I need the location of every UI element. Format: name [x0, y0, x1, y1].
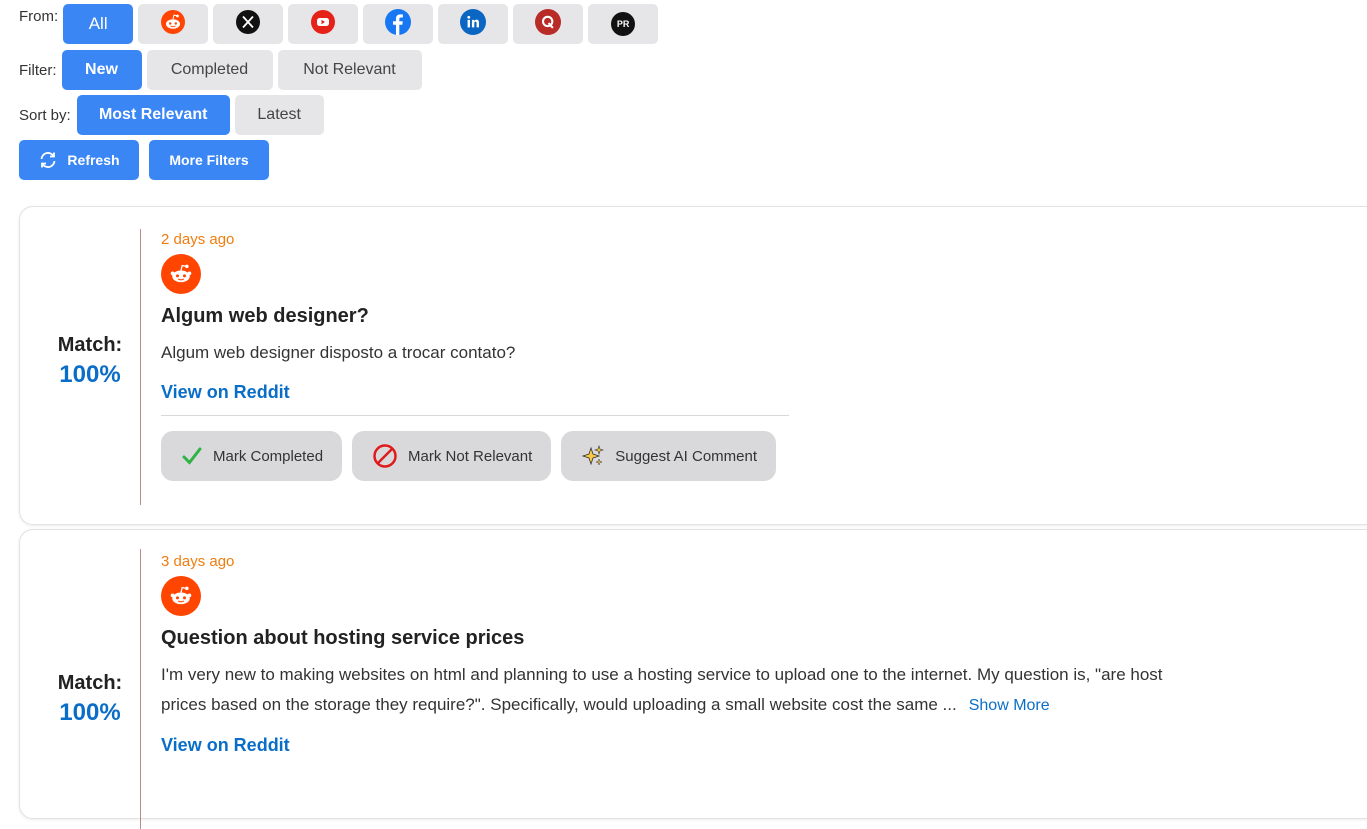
post-body-line: I'm very new to making websites on html … [161, 665, 1163, 684]
pr-icon: PR [611, 12, 636, 36]
more-filters-button[interactable]: More Filters [149, 140, 269, 180]
source-facebook-button[interactable] [363, 4, 434, 44]
post-card: Match: 100% 3 days ago Question about ho… [19, 529, 1367, 829]
post-time: 2 days ago [161, 231, 235, 248]
post-title: Question about hosting service prices [161, 627, 525, 649]
card-divider-line [140, 229, 141, 505]
mark-not-relevant-label: Mark Not Relevant [408, 447, 533, 465]
post-card: Match: 100% 2 days ago Algum web designe… [19, 206, 1367, 525]
source-reddit-button[interactable] [138, 4, 209, 44]
source-quora-button[interactable] [513, 4, 584, 44]
match-score: Match: 100% [20, 334, 160, 389]
sort-row: Sort by: Most Relevant Latest [19, 95, 329, 135]
show-more-link[interactable]: Show More [969, 697, 1050, 714]
view-on-reddit-link[interactable]: View on Reddit [161, 735, 290, 756]
pr-label: PR [616, 19, 630, 29]
reddit-icon [161, 9, 186, 39]
post-time: 3 days ago [161, 553, 235, 570]
mark-completed-button[interactable]: Mark Completed [161, 431, 343, 481]
source-all-button[interactable]: All [63, 4, 134, 44]
refresh-icon [38, 150, 58, 170]
post-title: Algum web designer? [161, 305, 369, 327]
post-body: Algum web designer disposto a trocar con… [161, 343, 516, 362]
match-label: Match: [57, 334, 123, 356]
post-content: 3 days ago Question about hosting servic… [161, 553, 1367, 756]
reddit-logo-icon [161, 576, 201, 616]
suggest-ai-comment-label: Suggest AI Comment [615, 447, 758, 465]
source-youtube-button[interactable] [288, 4, 359, 44]
match-value: 100% [59, 361, 121, 388]
status-filter-row: Filter: New Completed Not Relevant [19, 50, 427, 90]
post-body-line-text: prices based on the storage they require… [161, 695, 957, 714]
post-body: I'm very new to making websites on html … [161, 660, 1367, 721]
filter-new-button[interactable]: New [61, 50, 142, 90]
card-divider-line [140, 549, 141, 829]
source-pr-button[interactable]: PR [588, 4, 659, 44]
youtube-icon [311, 9, 336, 39]
post-actions: Mark Completed Mark Not Relevant Suggest… [161, 431, 1367, 481]
suggest-ai-comment-button[interactable]: Suggest AI Comment [561, 431, 777, 481]
sort-most-relevant-button[interactable]: Most Relevant [76, 95, 230, 135]
facebook-icon [385, 8, 412, 40]
source-linkedin-button[interactable] [438, 4, 509, 44]
match-value: 100% [59, 699, 121, 726]
toolbar-actions-row: Refresh More Filters [19, 140, 274, 180]
filter-not-relevant-button[interactable]: Not Relevant [277, 50, 422, 90]
checkmark-icon [181, 445, 203, 467]
action-divider [161, 415, 789, 416]
mark-completed-label: Mark Completed [213, 447, 324, 465]
post-content: 2 days ago Algum web designer? Algum web… [161, 231, 1367, 481]
source-x-button[interactable] [213, 4, 284, 44]
filter-completed-button[interactable]: Completed [146, 50, 273, 90]
mark-not-relevant-button[interactable]: Mark Not Relevant [352, 431, 552, 481]
reddit-logo-icon [161, 254, 201, 294]
refresh-button[interactable]: Refresh [19, 140, 139, 180]
post-body-line: prices based on the storage they require… [161, 690, 1367, 721]
quora-icon [535, 8, 562, 40]
source-all-label: All [88, 14, 108, 33]
sparkles-icon [581, 444, 605, 468]
x-icon [236, 9, 261, 39]
source-filter-row: From: All PR [19, 4, 663, 44]
from-label: From: [19, 8, 59, 25]
sort-label: Sort by: [19, 106, 71, 124]
match-score: Match: 100% [20, 672, 160, 727]
view-on-reddit-link[interactable]: View on Reddit [161, 382, 290, 403]
refresh-label: Refresh [67, 152, 120, 168]
sort-latest-button[interactable]: Latest [234, 95, 324, 135]
linkedin-icon [460, 8, 487, 40]
prohibited-icon [372, 443, 398, 469]
match-label: Match: [57, 672, 123, 694]
filter-label: Filter: [19, 61, 57, 79]
